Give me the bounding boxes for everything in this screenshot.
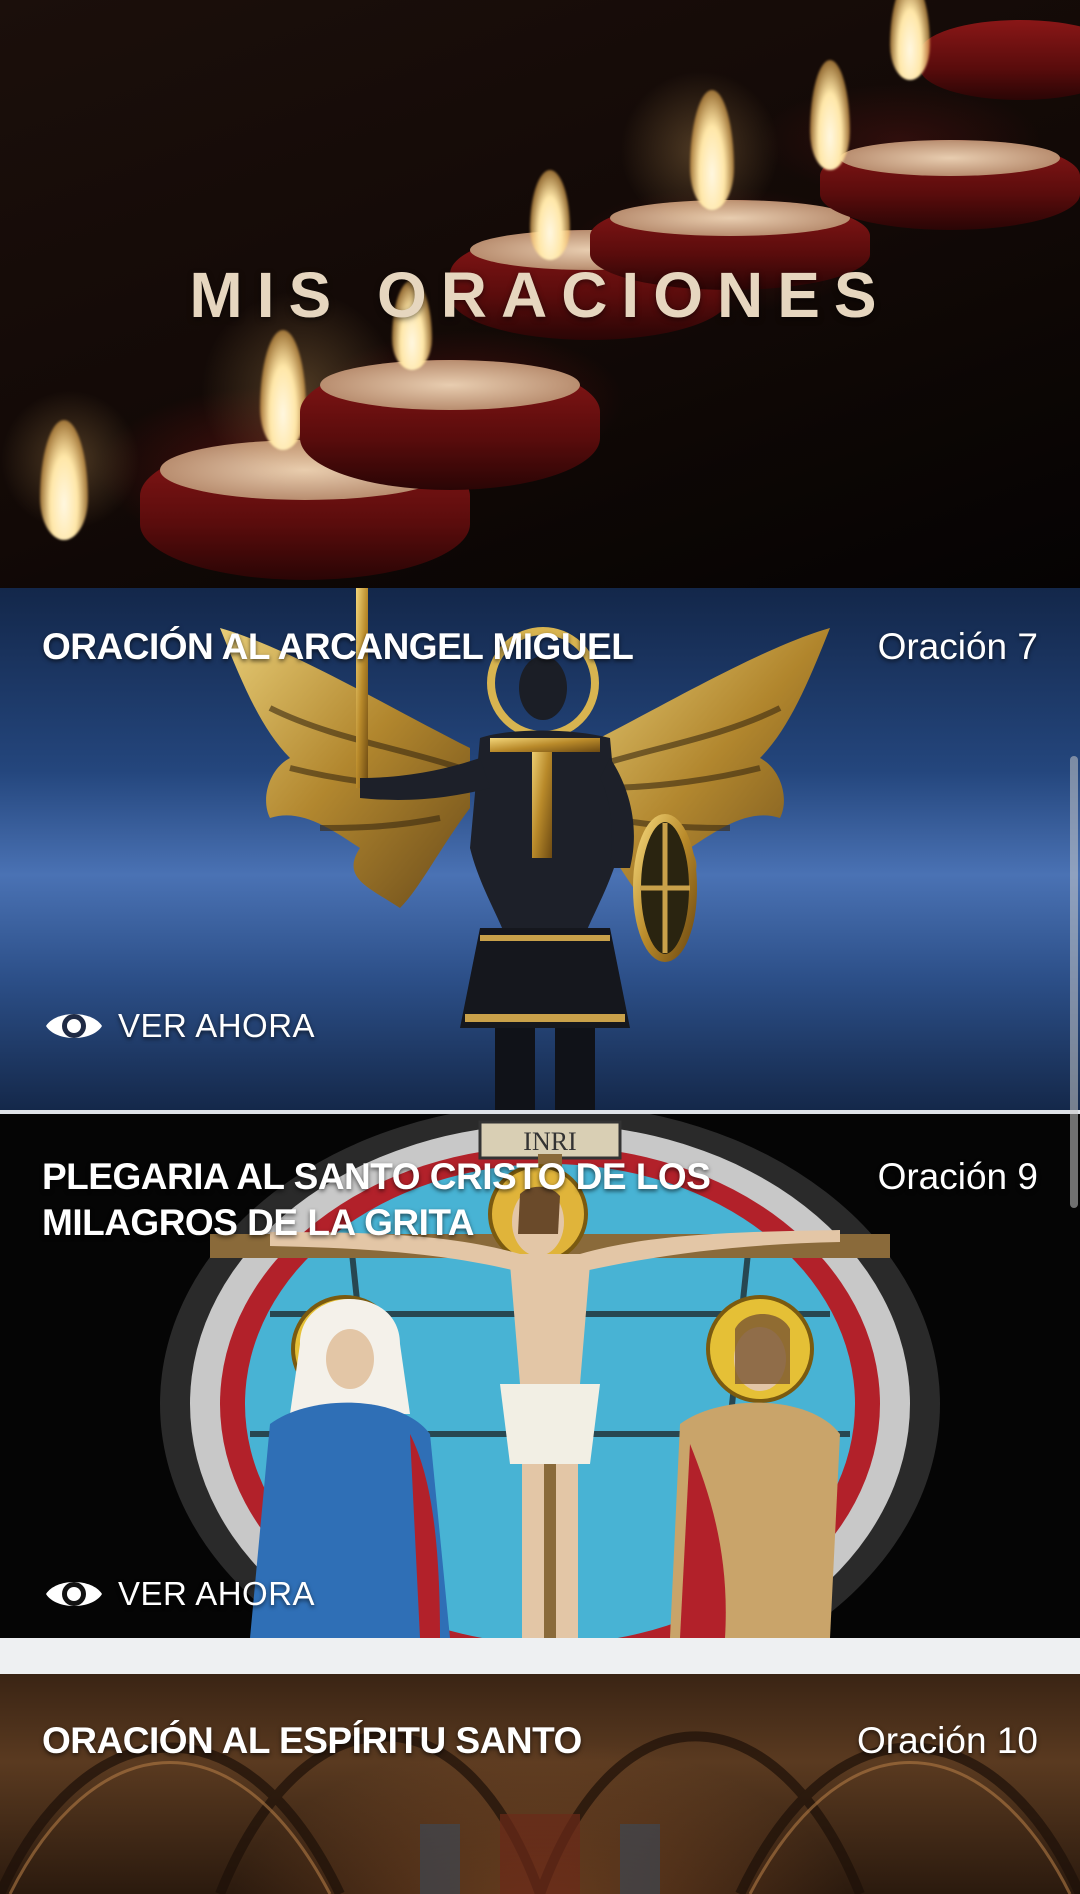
prayer-number: Oración 10	[857, 1720, 1038, 1761]
prayer-title: PLEGARIA AL SANTO CRISTO DE LOS MILAGROS…	[42, 1154, 711, 1246]
hero-header: MIS ORACIONES	[0, 0, 1080, 588]
prayer-title-line-1: PLEGARIA AL SANTO CRISTO DE LOS	[42, 1156, 711, 1197]
view-now-button[interactable]: VER AHORA	[44, 1574, 315, 1614]
view-now-button[interactable]: VER AHORA	[44, 1006, 315, 1046]
eye-icon	[46, 1582, 102, 1606]
prayer-card-santo-cristo[interactable]: INRI PLEGARIA AL SANTO CRISTO DE LOS MIL…	[0, 1114, 1080, 1638]
prayer-number: Oración 7	[877, 626, 1038, 667]
prayers-screen: MIS ORACIONES ORACIÓN AL ARCANGEL MIGUEL…	[0, 0, 1080, 1894]
view-now-label: VER AHORA	[118, 1007, 316, 1044]
view-now-label: VER AHORA	[118, 1575, 316, 1612]
prayer-title: ORACIÓN AL ARCANGEL MIGUEL	[42, 626, 634, 667]
scrollbar[interactable]	[1070, 756, 1078, 1208]
inri-plaque: INRI	[523, 1127, 576, 1156]
prayer-card-arcangel-miguel[interactable]: ORACIÓN AL ARCANGEL MIGUEL Oración 7 VER…	[0, 588, 1080, 1110]
page-title: MIS ORACIONES	[189, 259, 891, 331]
prayer-card-espiritu-santo[interactable]: ORACIÓN AL ESPÍRITU SANTO Oración 10	[0, 1674, 1080, 1894]
prayer-number: Oración 9	[877, 1156, 1038, 1197]
eye-icon	[46, 1014, 102, 1038]
cathedral-interior-image	[0, 1731, 1080, 1894]
card-separator	[0, 1638, 1080, 1674]
prayer-title-line-2: MILAGROS DE LA GRITA	[42, 1202, 474, 1243]
prayer-title: ORACIÓN AL ESPÍRITU SANTO	[42, 1720, 582, 1761]
